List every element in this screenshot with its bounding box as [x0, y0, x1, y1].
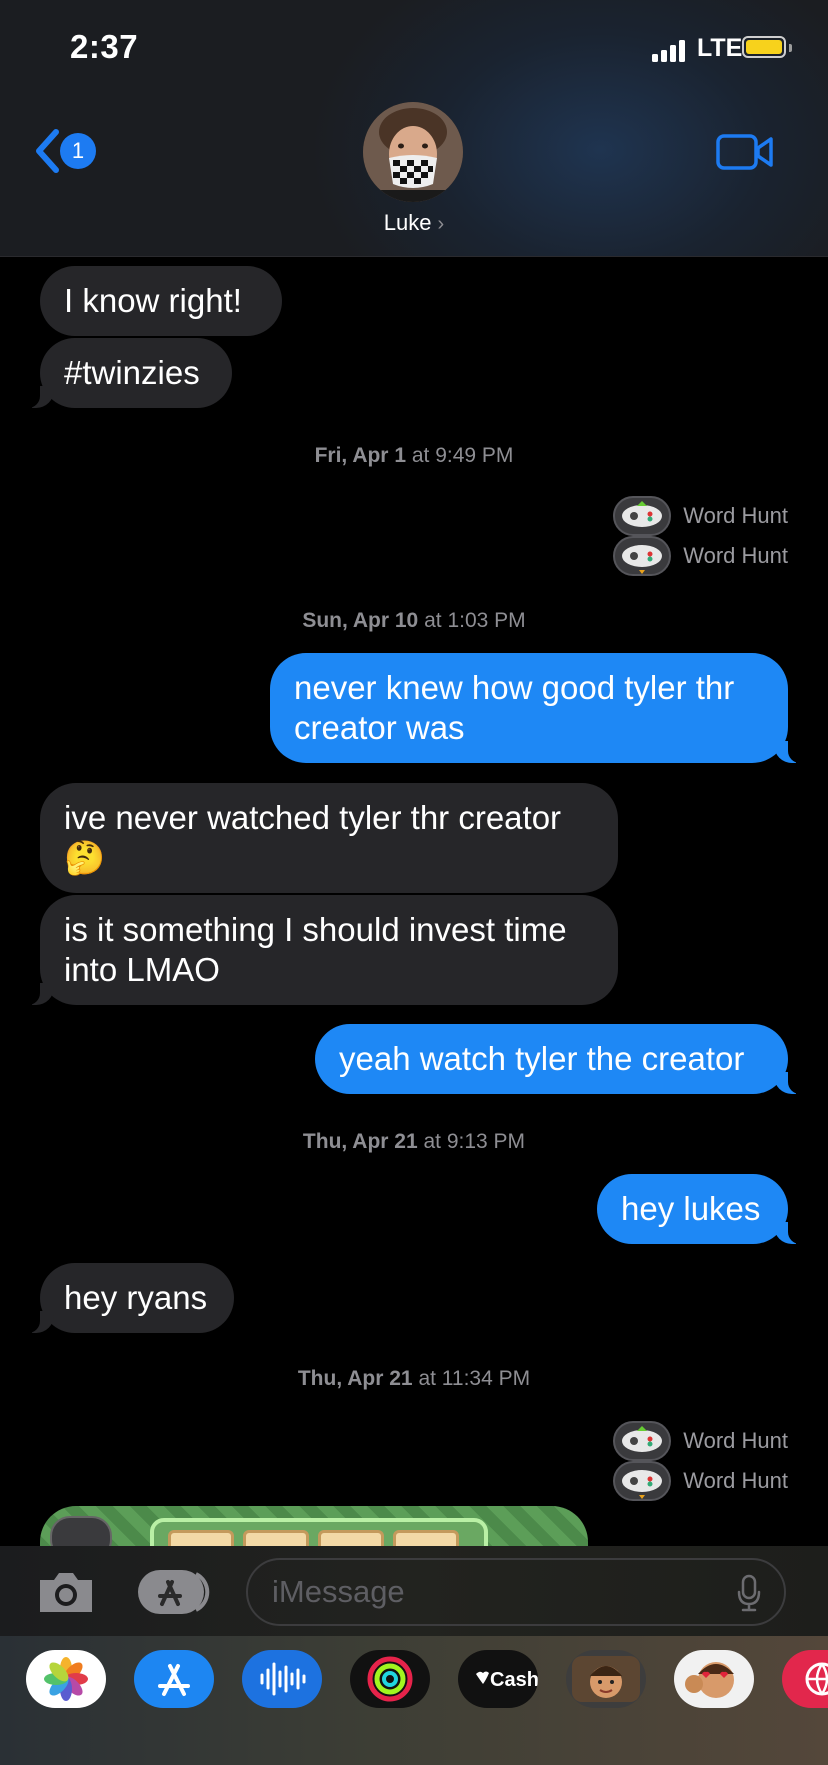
word-hunt-icon — [613, 536, 672, 576]
photos-app-icon[interactable] — [26, 1650, 106, 1708]
received-message[interactable]: ive never watched tyler thr creator 🤔 — [40, 783, 618, 893]
contact-avatar[interactable] — [363, 102, 463, 202]
sent-message[interactable]: yeah watch tyler the creator — [315, 1024, 802, 1094]
game-label: Word Hunt — [683, 503, 788, 528]
network-type: LTE — [697, 34, 743, 62]
received-message[interactable]: #twinzies — [26, 338, 232, 408]
avatar-photo — [363, 102, 463, 202]
sent-message[interactable]: hey lukes — [597, 1174, 802, 1244]
timestamp: Thu, Apr 21 at 9:13 PM — [302, 1130, 526, 1153]
timestamp: Thu, Apr 21 at 11:34 PM — [297, 1367, 531, 1390]
word-hunt-game-preview[interactable] — [40, 1506, 588, 1546]
letter-tile — [393, 1530, 459, 1546]
web-search-icon[interactable] — [782, 1650, 828, 1708]
received-message[interactable]: hey ryans — [26, 1263, 234, 1333]
signal-icon — [652, 38, 690, 62]
game-message[interactable]: Word Hunt — [613, 496, 788, 536]
compose-bar: iMessage — [0, 1546, 828, 1636]
game-label: Word Hunt — [683, 1428, 788, 1453]
game-label: Word Hunt — [683, 543, 788, 568]
word-hunt-icon — [613, 1421, 672, 1461]
chevron-right-icon: › — [437, 213, 445, 235]
battery-tip — [789, 44, 792, 52]
memoji-icon[interactable] — [566, 1650, 646, 1708]
sent-message[interactable]: never knew how good tyler thr creator wa… — [270, 653, 802, 763]
apple-cash-icon[interactable]: Cash — [458, 1650, 538, 1708]
word-hunt-icon — [50, 1516, 112, 1546]
memoji-stickers-icon[interactable] — [674, 1650, 754, 1708]
letter-tile — [243, 1530, 309, 1546]
letter-tile — [168, 1530, 234, 1546]
app-store-app-icon[interactable] — [134, 1650, 214, 1708]
app-drawer: Cash — [0, 1636, 828, 1765]
audio-message-icon[interactable] — [242, 1650, 322, 1708]
unread-badge: 1 — [60, 133, 96, 169]
contact-name[interactable]: Luke › — [0, 210, 828, 236]
chevron-left-icon — [36, 129, 59, 173]
game-message[interactable]: Word Hunt — [613, 1461, 788, 1501]
microphone-icon[interactable] — [736, 1574, 762, 1612]
received-message[interactable]: is it something I should invest time int… — [26, 895, 618, 1005]
received-message[interactable]: I know right! — [40, 266, 282, 336]
status-time: 2:37 — [70, 28, 139, 65]
word-hunt-icon — [613, 496, 672, 536]
video-call-icon[interactable] — [716, 133, 774, 171]
word-hunt-icon — [613, 1461, 672, 1501]
app-store-icon[interactable] — [138, 1568, 214, 1616]
timestamp: Sun, Apr 10 at 1:03 PM — [302, 609, 526, 632]
activity-icon[interactable] — [350, 1650, 430, 1708]
message-thread[interactable]: I know right! #twinzies Fri, Apr 1 at 9:… — [0, 256, 828, 1546]
battery-icon — [742, 36, 786, 58]
conversation-header: 2:37 LTE 1 Luke › — [0, 0, 828, 257]
message-input[interactable]: iMessage — [246, 1558, 786, 1626]
cash-label: Cash — [490, 1669, 538, 1691]
camera-icon[interactable] — [36, 1568, 96, 1616]
game-label: Word Hunt — [683, 1468, 788, 1493]
game-message[interactable]: Word Hunt — [613, 1421, 788, 1461]
timestamp: Fri, Apr 1 at 9:49 PM — [314, 444, 514, 467]
letter-tile — [318, 1530, 384, 1546]
game-message[interactable]: Word Hunt — [613, 536, 788, 576]
back-button[interactable]: 1 — [30, 128, 100, 178]
message-input-placeholder: iMessage — [272, 1574, 405, 1609]
